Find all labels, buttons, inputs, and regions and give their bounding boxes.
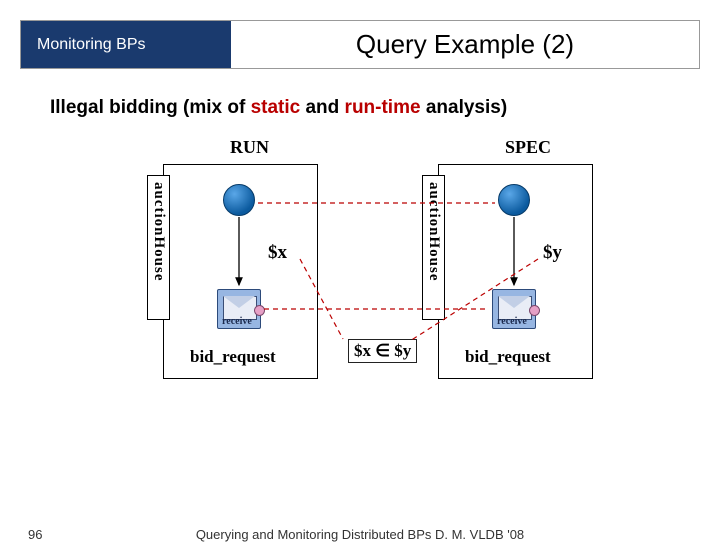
condition-expression: $x ∈ $y	[348, 339, 417, 363]
start-node-right	[498, 184, 530, 216]
slide-title: Query Example (2)	[231, 21, 699, 68]
desc-suffix: analysis)	[421, 97, 508, 118]
slide-header: Monitoring BPs Query Example (2)	[20, 20, 700, 69]
description-line: Illegal bidding (mix of static and run-t…	[50, 97, 680, 119]
desc-runtime: run-time	[345, 97, 421, 118]
desc-prefix: Illegal bidding (mix of	[50, 97, 251, 118]
start-node-left	[223, 184, 255, 216]
bid-request-label-left: bid_request	[190, 347, 276, 367]
desc-mid: and	[300, 97, 344, 118]
receive-label-right: receive	[497, 316, 527, 327]
bid-request-label-right: bid_request	[465, 347, 551, 367]
spec-column-title: SPEC	[505, 137, 551, 158]
run-column-title: RUN	[230, 137, 269, 158]
variable-y: $y	[543, 242, 562, 264]
connector-dot-icon	[254, 305, 265, 316]
auction-house-label-right: auctionHouse	[422, 175, 445, 320]
auction-house-label-left: auctionHouse	[147, 175, 170, 320]
receive-label-left: receive	[222, 316, 252, 327]
connector-dot-icon	[529, 305, 540, 316]
header-left-badge: Monitoring BPs	[21, 21, 231, 68]
receive-icon-left: receive	[217, 289, 261, 329]
diagram: RUN SPEC auctionHouse auctionHouse $x $y…	[40, 129, 680, 429]
receive-icon-right: receive	[492, 289, 536, 329]
desc-static: static	[251, 97, 301, 118]
variable-x: $x	[268, 242, 287, 264]
